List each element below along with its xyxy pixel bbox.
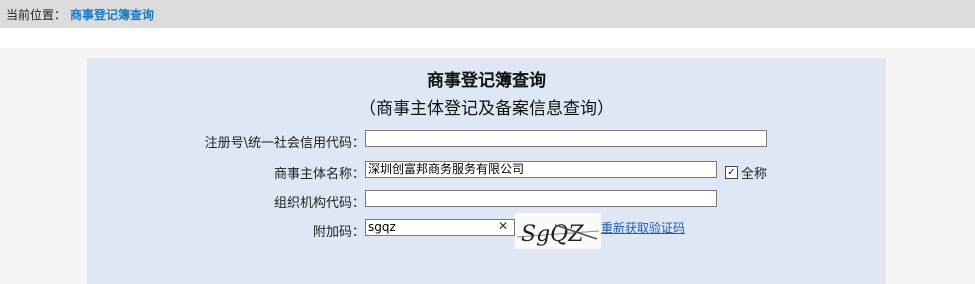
search-panel: 商事登记簿查询 （商事主体登记及备案信息查询） 注册号\统一社会信用代码： 商事…	[87, 58, 886, 284]
checkmark-icon: ✓	[727, 166, 736, 178]
spacer	[0, 28, 975, 48]
page-title: 商事登记簿查询	[427, 71, 546, 91]
org-code-input[interactable]	[365, 190, 717, 207]
captcha-image[interactable]: SgQZ	[515, 213, 601, 249]
captcha-row: 附加码： sgqz ✕ SgQZ 重新获取验证码	[87, 213, 886, 249]
full-name-option[interactable]: ✓ 全称	[725, 163, 767, 182]
full-name-label: 全称	[741, 167, 768, 182]
full-name-checkbox[interactable]: ✓	[725, 166, 738, 179]
close-icon[interactable]: ✕	[498, 219, 508, 233]
captcha-text: SgQZ	[521, 222, 584, 247]
name-row: 商事主体名称： 深圳创富邦商务服务有限公司 ✓ 全称	[87, 161, 886, 183]
reg-no-input[interactable]	[365, 130, 767, 147]
captcha-input[interactable]: sgqz	[365, 219, 515, 236]
captcha-label: 附加码：	[312, 225, 365, 240]
breadcrumb-current[interactable]: 商事登记簿查询	[70, 6, 154, 23]
reg-no-label: 注册号\统一社会信用代码：	[204, 136, 365, 151]
top-bar: 当前位置： 商事登记簿查询	[0, 0, 975, 28]
reg-no-row: 注册号\统一社会信用代码：	[87, 130, 886, 152]
org-code-label: 组织机构代码：	[273, 196, 365, 211]
company-name-input[interactable]: 深圳创富邦商务服务有限公司	[365, 161, 717, 178]
name-label: 商事主体名称：	[273, 167, 365, 182]
page-subtitle: （商事主体登记及备案信息查询）	[359, 99, 614, 119]
breadcrumb-label: 当前位置：	[6, 7, 67, 22]
refresh-captcha-link[interactable]: 重新获取验证码	[601, 219, 685, 236]
org-code-row: 组织机构代码：	[87, 190, 886, 212]
captcha-graphic: SgQZ	[516, 222, 600, 247]
